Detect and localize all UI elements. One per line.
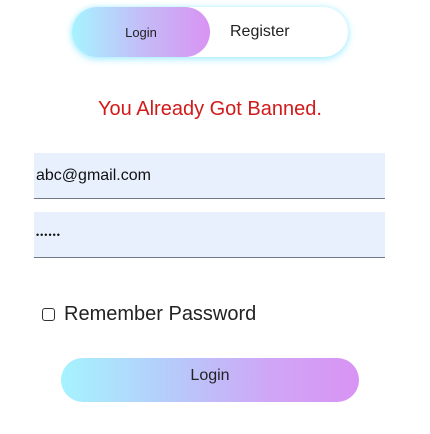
toggle-register-label: Register <box>230 23 290 40</box>
remember-label: Remember Password <box>64 303 257 325</box>
remember-password[interactable]: Remember Password <box>42 303 256 326</box>
password-field[interactable] <box>34 212 385 258</box>
login-submit-button[interactable]: Login <box>61 358 359 402</box>
error-message: You Already Got Banned. <box>98 98 322 120</box>
login-page: Login Register You Already Got Banned. R… <box>0 0 430 434</box>
toggle-register-button[interactable]: Register <box>210 7 348 57</box>
toggle-login-button[interactable]: Login <box>72 7 210 57</box>
remember-checkbox[interactable] <box>42 308 55 321</box>
email-field[interactable] <box>34 153 385 199</box>
auth-toggle: Login Register <box>72 7 348 57</box>
